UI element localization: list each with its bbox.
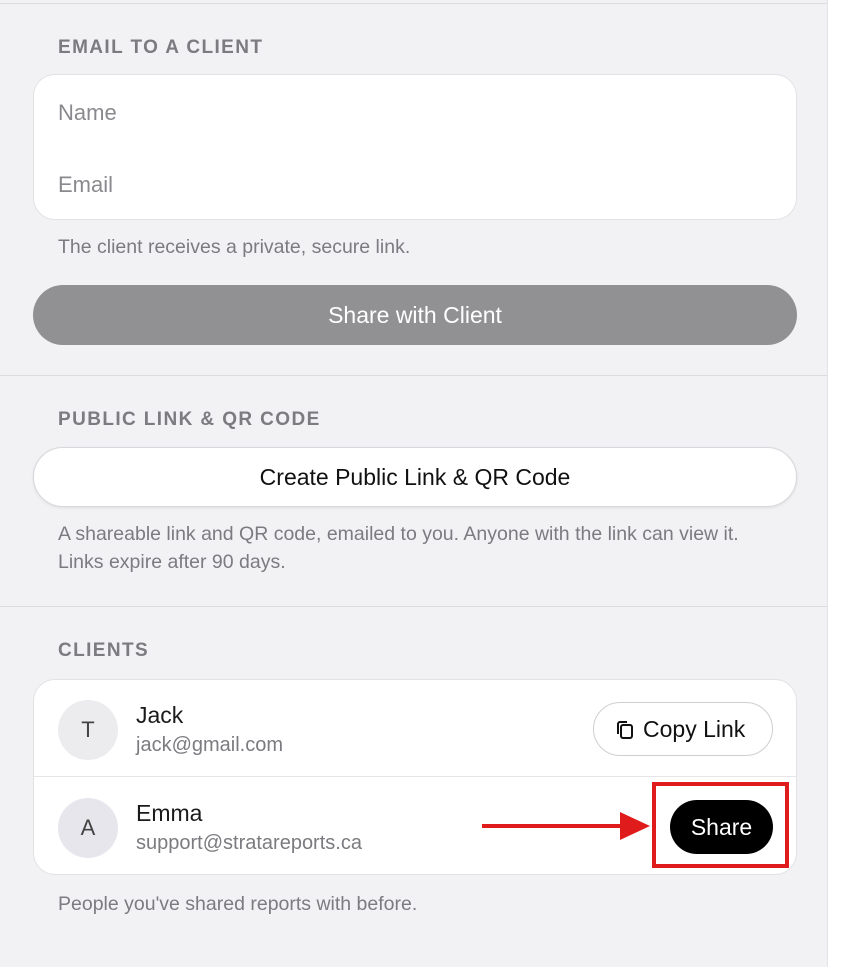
name-input[interactable] — [58, 95, 758, 131]
email-section-title: EMAIL TO A CLIENT — [58, 37, 264, 58]
clients-section-title: CLIENTS — [58, 640, 150, 661]
top-divider — [0, 3, 828, 4]
section-divider — [0, 375, 828, 376]
copy-icon — [617, 721, 633, 739]
email-hint: The client receives a private, secure li… — [58, 236, 411, 258]
scrollbar-track — [828, 0, 841, 967]
annotation-arrow — [482, 812, 650, 840]
section-divider — [0, 606, 828, 607]
create-public-link-button[interactable]: Create Public Link & QR Code — [33, 447, 797, 507]
share-with-client-button[interactable]: Share with Client — [33, 285, 797, 345]
public-section-title: PUBLIC LINK & QR CODE — [58, 409, 321, 430]
client-email: support@stratareports.ca — [136, 832, 362, 854]
copy-link-button[interactable]: Copy Link — [593, 702, 773, 756]
clients-hint: People you've shared reports with before… — [58, 893, 418, 915]
client-name: Jack — [136, 702, 184, 728]
avatar: A — [58, 798, 118, 858]
list-item: T Jack jack@gmail.com Copy Link — [34, 680, 796, 777]
client-email: jack@gmail.com — [136, 734, 284, 756]
copy-link-label: Copy Link — [643, 716, 746, 742]
avatar: T — [58, 700, 118, 760]
client-name: Emma — [136, 800, 203, 826]
email-form-card — [33, 74, 797, 220]
annotation-highlight-box — [652, 782, 789, 868]
email-input[interactable] — [58, 167, 758, 203]
public-link-hint: A shareable link and QR code, emailed to… — [58, 523, 739, 573]
